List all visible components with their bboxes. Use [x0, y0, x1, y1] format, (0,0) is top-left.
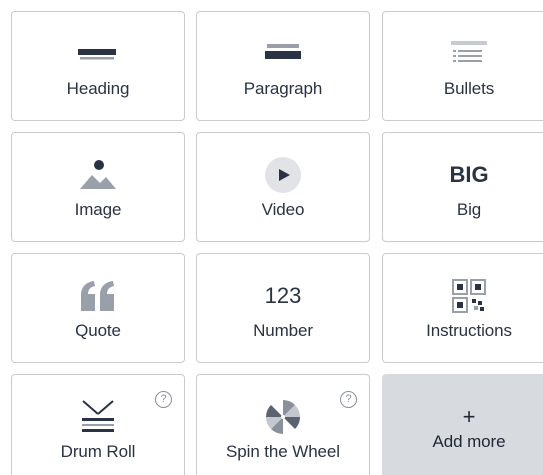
instructions-tile[interactable]: Instructions: [382, 253, 543, 363]
spin-the-wheel-tile[interactable]: ? Spin the Wheel: [196, 374, 370, 475]
drum-roll-label: Drum Roll: [60, 442, 136, 461]
bullets-icon: [383, 36, 543, 72]
video-tile[interactable]: Video: [196, 132, 370, 242]
paragraph-icon: [197, 36, 369, 72]
number-icon: 123: [197, 278, 369, 314]
spin-the-wheel-help-icon[interactable]: ?: [340, 391, 357, 408]
spin-the-wheel-label: Spin the Wheel: [226, 442, 340, 461]
big-icon-text: BIG: [449, 162, 489, 187]
image-tile[interactable]: Image: [11, 132, 185, 242]
quote-tile[interactable]: Quote: [11, 253, 185, 363]
video-label: Video: [261, 200, 305, 219]
qr-code-icon: [383, 278, 543, 314]
image-label: Image: [74, 200, 122, 219]
big-label: Big: [456, 200, 482, 219]
big-tile[interactable]: BIG Big: [382, 132, 543, 242]
image-icon: [12, 157, 184, 193]
quote-label: Quote: [75, 321, 121, 340]
drum-roll-tile[interactable]: ? Drum Roll: [11, 374, 185, 475]
instructions-label: Instructions: [426, 321, 512, 340]
plus-icon-text: +: [462, 404, 476, 429]
add-more-button[interactable]: + Add more: [382, 374, 543, 475]
drum-roll-help-icon[interactable]: ?: [155, 391, 172, 408]
play-icon: [197, 157, 369, 193]
plus-icon: +: [383, 399, 543, 435]
block-picker-grid: Heading Paragraph Bullets Image Video BI…: [0, 0, 543, 475]
paragraph-tile[interactable]: Paragraph: [196, 11, 370, 121]
add-more-label: Add more: [432, 432, 506, 451]
number-label: Number: [253, 321, 313, 340]
paragraph-label: Paragraph: [243, 79, 323, 98]
heading-icon: [12, 36, 184, 72]
quote-icon: [12, 278, 184, 314]
bullets-tile[interactable]: Bullets: [382, 11, 543, 121]
number-icon-text: 123: [264, 283, 302, 308]
number-tile[interactable]: 123 Number: [196, 253, 370, 363]
big-text-icon: BIG: [383, 157, 543, 193]
heading-tile[interactable]: Heading: [11, 11, 185, 121]
bullets-label: Bullets: [443, 79, 495, 98]
heading-label: Heading: [66, 79, 130, 98]
